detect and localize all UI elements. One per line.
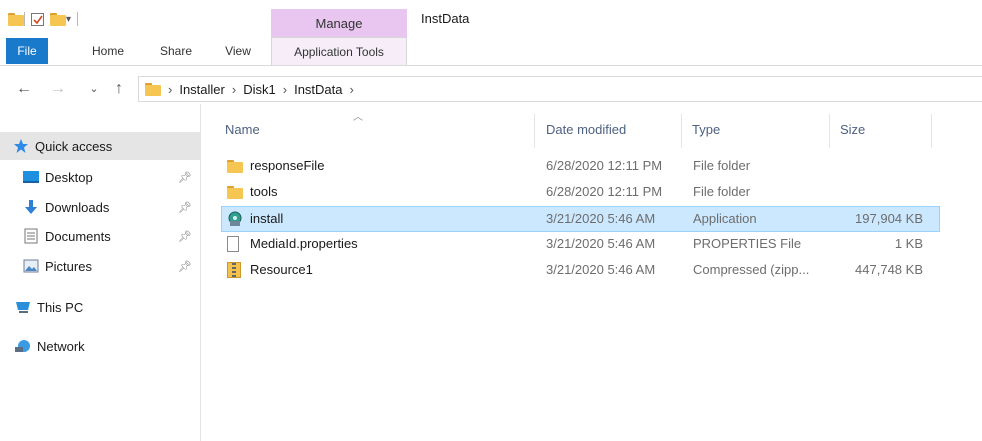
toolbar-divider [24,12,25,26]
customize-toolbar-icon[interactable]: ▾ [66,14,71,25]
tab-home[interactable]: Home [84,37,132,65]
title-bar: ▾ Manage InstData [0,0,982,37]
nav-label: Downloads [45,199,110,215]
file-size: 447,748 KB [855,262,923,277]
document-icon [227,236,239,252]
file-size [825,180,923,204]
network-icon [14,337,32,355]
breadcrumb-instdata[interactable]: InstData [294,82,342,97]
star-icon [12,137,30,155]
file-type: File folder [693,184,751,199]
file-date: 6/28/2020 12:11 PM [546,184,663,199]
file-type: File folder [693,158,751,173]
documents-icon [22,227,40,245]
desktop-icon [22,168,40,186]
properties-check-icon[interactable] [31,12,44,26]
file-row-install[interactable]: install 3/21/2020 5:46 AM Application 19… [221,206,940,232]
file-size: 197,904 KB [855,211,923,226]
file-row-resource1[interactable]: Resource1 3/21/2020 5:46 AM Compressed (… [221,258,940,284]
address-field[interactable]: › Installer › Disk1 › InstData › [138,76,982,102]
nav-label: Pictures [45,258,92,274]
manage-context-tab: Manage [271,9,407,37]
pin-icon[interactable]: 📌︎ [178,171,192,184]
quick-access-toolbar: ▾ [8,10,79,28]
file-name: tools [250,184,278,199]
nav-label: Quick access [35,138,113,154]
back-arrow-icon[interactable]: ← [14,79,34,99]
downloads-icon [22,198,40,216]
nav-quick-access[interactable]: Quick access [0,132,200,160]
column-header-date-modified[interactable]: Date modified [546,118,676,142]
file-type: PROPERTIES File [693,236,802,251]
forward-arrow-icon[interactable]: → [48,79,68,99]
pin-icon[interactable]: 📌︎ [178,230,192,243]
nav-label: Documents [45,228,111,244]
breadcrumb-separator[interactable]: › [350,82,354,97]
folder-icon [145,82,161,96]
tab-application-tools[interactable]: Application Tools [271,37,407,65]
column-header-name[interactable]: Name [225,118,525,142]
file-row-mediaid-properties[interactable]: MediaId.properties 3/21/2020 5:46 AM PRO… [221,232,940,258]
file-list: ︿ Name Date modified Type Size responseF… [201,104,982,441]
column-divider[interactable] [681,114,682,148]
file-name: install [250,211,284,226]
file-name: responseFile [250,158,325,173]
nav-item-downloads[interactable]: Downloads 📌︎ [0,193,200,221]
nav-network[interactable]: Network [0,332,200,360]
tab-share[interactable]: Share [152,37,200,65]
pin-icon[interactable]: 📌︎ [178,201,192,214]
pictures-icon [22,257,40,275]
tab-file[interactable]: File [6,38,48,64]
tab-view[interactable]: View [218,37,258,65]
folder-icon [227,186,243,202]
breadcrumb-separator[interactable]: › [168,82,172,97]
file-type: Compressed (zipp... [693,262,810,277]
file-date: 3/21/2020 5:46 AM [546,236,656,251]
window-title: InstData [421,11,470,26]
file-date: 3/21/2020 5:46 AM [546,262,656,277]
column-header-size[interactable]: Size [840,118,930,142]
file-row-tools[interactable]: tools 6/28/2020 12:11 PM File folder [221,180,940,206]
nav-label: Desktop [45,169,93,185]
file-name: MediaId.properties [250,236,358,251]
column-header-type[interactable]: Type [692,118,822,142]
pin-icon[interactable]: 📌︎ [178,260,192,273]
nav-label: This PC [37,299,84,315]
breadcrumb-installer[interactable]: Installer [179,82,225,97]
nav-label: Network [37,338,85,354]
nav-this-pc[interactable]: This PC [0,293,200,321]
file-size [825,154,923,178]
column-divider[interactable] [829,114,830,148]
new-folder-icon[interactable] [50,12,66,26]
breadcrumb-separator[interactable]: › [283,82,287,97]
toolbar-divider [77,12,79,26]
breadcrumb-disk1[interactable]: Disk1 [243,82,276,97]
ribbon-tabs: File Home Share View Application Tools [0,37,982,66]
address-bar: ← → ⌄ ↑ › Installer › Disk1 › InstData › [0,74,982,104]
file-row-responsefile[interactable]: responseFile 6/28/2020 12:11 PM File fol… [221,154,940,180]
computer-icon [14,298,32,316]
column-divider[interactable] [534,114,535,148]
file-date: 6/28/2020 12:11 PM [546,158,663,173]
column-divider[interactable] [931,114,932,148]
nav-item-desktop[interactable]: Desktop 📌︎ [0,163,200,191]
nav-item-pictures[interactable]: Pictures 📌︎ [0,252,200,280]
file-date: 3/21/2020 5:46 AM [546,211,656,226]
file-size: 1 KB [894,236,923,251]
file-type: Application [693,211,757,226]
navigation-pane: Quick access Desktop 📌︎ Downloads 📌︎ Doc… [0,104,201,441]
breadcrumb-separator[interactable]: › [232,82,236,97]
recent-locations-chevron-icon[interactable]: ⌄ [87,79,101,99]
up-arrow-icon[interactable]: ↑ [110,79,128,99]
folder-icon [227,160,243,176]
folder-icon [8,12,24,26]
file-name: Resource1 [250,262,313,277]
application-icon [227,211,243,227]
zip-icon [227,262,241,278]
nav-item-documents[interactable]: Documents 📌︎ [0,222,200,250]
